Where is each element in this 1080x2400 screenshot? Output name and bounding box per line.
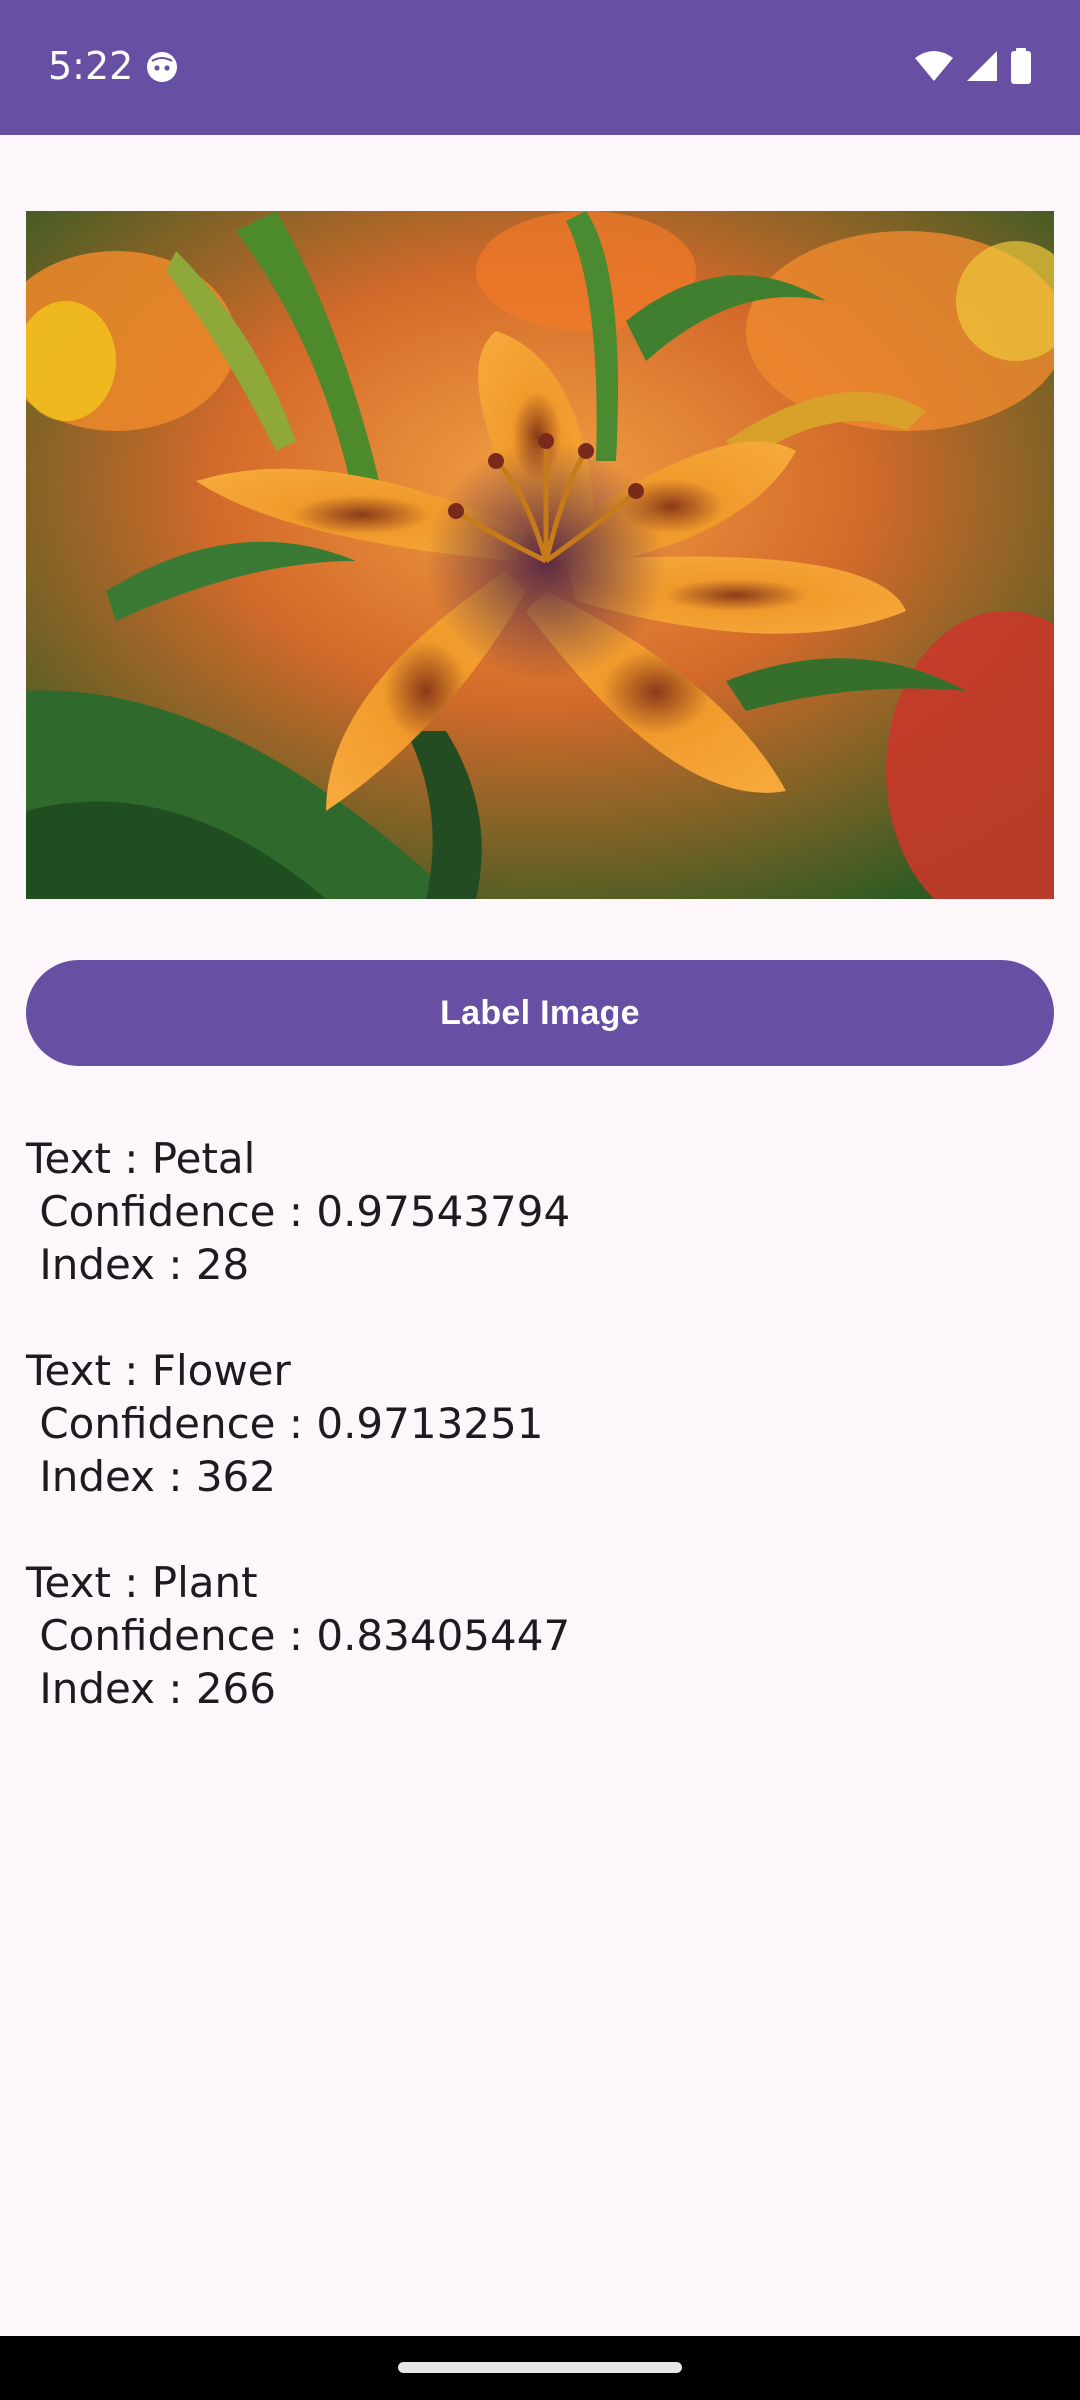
result-text: Text : Flower <box>26 1346 291 1395</box>
status-bar: 5:22 <box>0 0 1080 135</box>
result-index: Index : 362 <box>26 1452 276 1501</box>
result-confidence: Confidence : 0.9713251 <box>26 1399 544 1448</box>
result-confidence: Confidence : 0.83405447 <box>26 1611 571 1660</box>
home-gesture-handle[interactable] <box>398 2362 682 2373</box>
result-item: Text : Petal Confidence : 0.97543794 Ind… <box>26 1132 1054 1291</box>
lily-flower-photo <box>26 211 1054 899</box>
result-text: Text : Plant <box>26 1558 258 1607</box>
label-image-button[interactable]: Label Image <box>26 960 1054 1066</box>
result-index: Index : 28 <box>26 1240 250 1289</box>
result-confidence: Confidence : 0.97543794 <box>26 1187 571 1236</box>
result-text: Text : Petal <box>26 1134 256 1183</box>
wifi-icon <box>915 51 953 81</box>
status-time: 5:22 <box>48 44 134 88</box>
battery-icon <box>1011 48 1031 84</box>
result-item: Text : Plant Confidence : 0.83405447 Ind… <box>26 1556 1054 1715</box>
result-item: Text : Flower Confidence : 0.9713251 Ind… <box>26 1344 1054 1503</box>
cellular-signal-icon <box>967 51 997 81</box>
android-face-icon <box>147 52 177 82</box>
result-index: Index : 266 <box>26 1664 276 1713</box>
label-results: Text : Petal Confidence : 0.97543794 Ind… <box>26 1132 1054 1768</box>
flower-image <box>26 211 1054 899</box>
